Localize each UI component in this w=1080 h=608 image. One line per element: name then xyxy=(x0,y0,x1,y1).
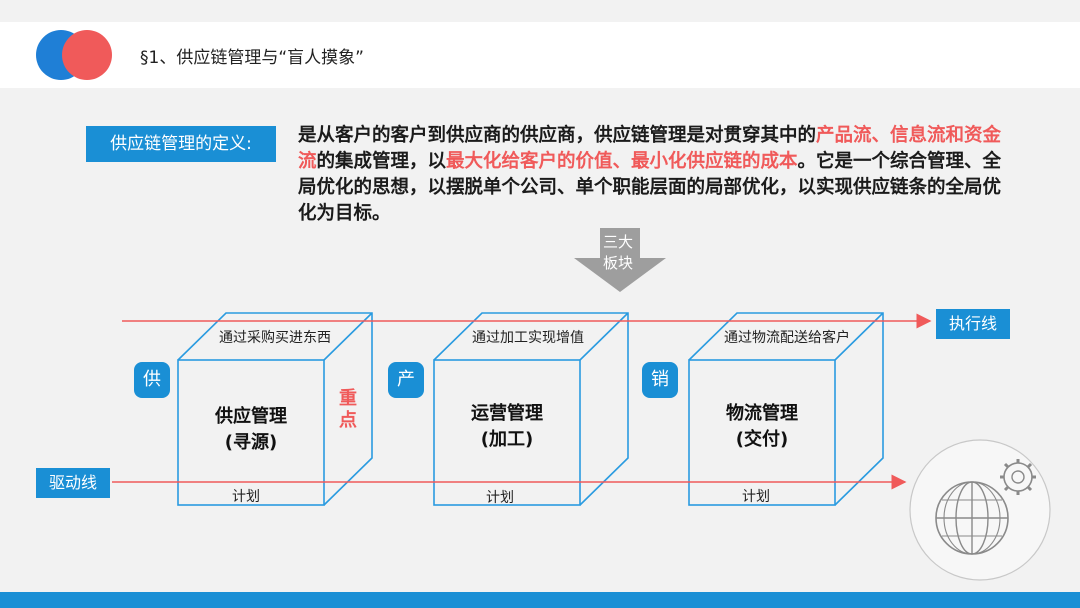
supply-chain-diagram xyxy=(112,228,1051,581)
box-top-text: 通过采购买进东西 xyxy=(219,330,331,346)
box-title-sub: (交付) xyxy=(735,429,789,450)
box-title: 运营管理 (加工) xyxy=(434,401,580,453)
box-title-main: 供应管理 xyxy=(215,406,287,427)
box-top-text: 通过物流配送给客户 xyxy=(724,330,850,346)
footer-bar xyxy=(0,592,1080,608)
tag-supply: 供 xyxy=(134,362,170,398)
box-title-sub: (寻源) xyxy=(224,432,278,453)
box-title-main: 运营管理 xyxy=(471,403,543,424)
arrow-label: 三大 板块 xyxy=(596,232,640,274)
arrow-label-line: 板块 xyxy=(602,254,633,272)
box-title: 物流管理 (交付) xyxy=(689,401,835,453)
focus-label: 重点 xyxy=(339,388,357,431)
box-bottom-text: 计划 xyxy=(742,489,770,505)
box-bottom-text: 计划 xyxy=(232,489,260,505)
tag-production: 产 xyxy=(388,362,424,398)
globe-gear-icon xyxy=(909,439,1051,581)
drive-line-label: 驱动线 xyxy=(36,468,110,498)
tag-sales: 销 xyxy=(642,362,678,398)
box-bottom-text: 计划 xyxy=(486,490,514,506)
box-title-sub: (加工) xyxy=(480,429,534,450)
exec-line-label: 执行线 xyxy=(936,309,1010,339)
box-title-main: 物流管理 xyxy=(726,403,798,424)
box-top-text: 通过加工实现增值 xyxy=(472,330,584,346)
arrow-label-line: 三大 xyxy=(602,233,633,251)
box-title: 供应管理 (寻源) xyxy=(178,404,324,456)
